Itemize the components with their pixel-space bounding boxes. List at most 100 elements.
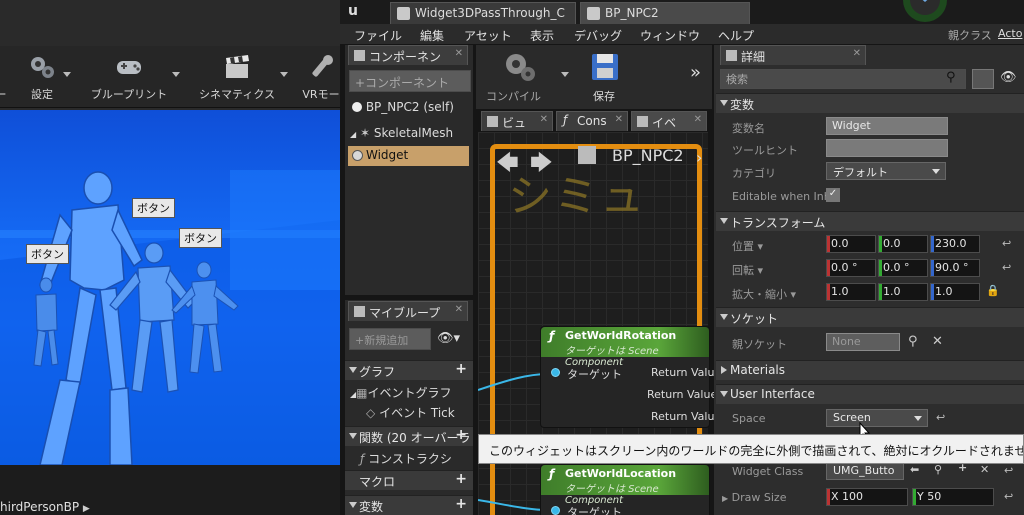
use-selected-arrow-icon[interactable]: ⬅ <box>910 463 919 476</box>
variable-name-input[interactable]: Widget <box>826 117 948 135</box>
category-dropdown[interactable]: デフォルト <box>826 162 946 180</box>
space-dropdown[interactable]: Screen <box>826 409 928 427</box>
reset-arrow-icon[interactable]: ↩ <box>1004 490 1013 503</box>
event-tick-item[interactable]: ◇ イベント Tick <box>366 404 455 421</box>
menu-file[interactable]: ファイル <box>354 27 402 44</box>
toolbar-button-partial[interactable]: ー <box>0 46 16 106</box>
get-world-rotation-node[interactable]: ƒ GetWorldRotation ターゲットは Scene Component … <box>540 326 717 428</box>
menu-debug[interactable]: デバッグ <box>574 27 622 44</box>
settings-dropdown-arrow[interactable] <box>63 72 71 77</box>
close-icon[interactable]: ✕ <box>455 304 463 315</box>
level-viewport[interactable]: ボタン ボタン ボタン <box>0 110 340 465</box>
toolbar-overflow-icon[interactable]: » <box>690 62 701 83</box>
close-icon[interactable]: ✕ <box>694 114 702 125</box>
component-item-skeletalmesh[interactable]: ◢ ✶ SkeletalMesh <box>350 126 453 140</box>
reset-arrow-icon[interactable]: ↩ <box>1004 464 1013 477</box>
location-z-input[interactable]: 230.0 <box>930 235 980 253</box>
get-world-location-node[interactable]: ƒ GetWorldLocation ターゲットは Scene Component … <box>540 464 710 515</box>
rotation-label[interactable]: 回転 ▾ <box>732 262 763 278</box>
target-pin[interactable] <box>551 506 560 515</box>
menu-edit[interactable]: 編集 <box>420 27 444 44</box>
close-icon[interactable]: ✕ <box>455 48 463 59</box>
search-icon[interactable]: ⚲ <box>908 334 918 349</box>
location-y-input[interactable]: 0.0 <box>878 235 928 253</box>
vr-mode-button[interactable]: VRモー <box>296 46 346 106</box>
outliner-item[interactable]: hirdPersonBP ▶ <box>0 500 90 514</box>
close-icon[interactable]: ✕ <box>540 114 548 125</box>
tab-bp-npc2[interactable]: BP_NPC2 <box>580 2 750 24</box>
compile-dropdown-arrow[interactable] <box>561 72 569 77</box>
target-pin[interactable] <box>551 368 560 377</box>
section-user-interface[interactable]: User Interface <box>716 384 1024 404</box>
blueprints-dropdown-arrow[interactable] <box>172 72 180 77</box>
widget-button-label[interactable]: ボタン <box>26 244 69 264</box>
menu-help[interactable]: ヘルプ <box>718 27 754 44</box>
expand-triangle-icon[interactable]: ▶ <box>722 494 728 503</box>
add-icon[interactable]: + <box>455 361 467 377</box>
details-tab[interactable]: 詳細 ✕ <box>720 45 866 65</box>
add-new-button[interactable]: +新規追加 <box>349 328 431 350</box>
compile-button[interactable]: コンパイル <box>480 48 560 106</box>
section-graphs[interactable]: グラフ + <box>345 360 473 380</box>
browse-search-icon[interactable]: ⚲ <box>934 463 942 476</box>
close-icon[interactable]: ✕ <box>853 48 861 59</box>
editable-checkbox[interactable]: ✓ <box>826 188 840 202</box>
reset-arrow-icon[interactable]: ↩ <box>936 411 945 424</box>
cinematics-dropdown-arrow[interactable] <box>280 72 288 77</box>
rotation-y-input[interactable]: 0.0 ° <box>878 259 928 277</box>
rotation-z-input[interactable]: 90.0 ° <box>930 259 980 277</box>
tab-construction-script[interactable]: ƒ Cons ✕ <box>556 111 628 131</box>
cinematics-button[interactable]: シネマティクス <box>188 46 286 106</box>
return-value-pin[interactable]: Return Value <box>647 388 717 401</box>
add-component-button[interactable]: +コンポーネント <box>349 70 471 92</box>
section-transform[interactable]: トランスフォーム <box>716 211 1024 231</box>
section-variable[interactable]: 変数 <box>716 93 1024 113</box>
lock-icon[interactable]: 🔒 <box>986 284 1000 297</box>
save-button[interactable]: 保存 <box>578 48 632 106</box>
parent-class-link[interactable]: Acto <box>998 27 1022 40</box>
reset-arrow-icon[interactable]: ↩ <box>1002 237 1011 250</box>
scale-z-input[interactable]: 1.0 <box>930 283 980 301</box>
scale-y-input[interactable]: 1.0 <box>878 283 928 301</box>
menu-view[interactable]: 表示 <box>530 27 554 44</box>
close-icon[interactable]: ✕ <box>615 114 623 125</box>
components-tab[interactable]: コンポーネン ✕ <box>348 45 468 65</box>
rotation-x-input[interactable]: 0.0 ° <box>826 259 876 277</box>
search-icon[interactable]: ⚲ <box>946 70 956 85</box>
tooltip-input[interactable] <box>826 139 948 157</box>
tab-widget3dpassthrough[interactable]: Widget3DPassThrough_C <box>390 2 576 24</box>
blueprints-button[interactable]: ブループリント <box>80 46 178 106</box>
section-macros[interactable]: マクロ + <box>345 470 473 490</box>
parent-socket-input[interactable]: None <box>826 333 900 351</box>
add-icon[interactable]: + <box>455 496 467 512</box>
tab-event-graph[interactable]: イベ ✕ <box>631 111 707 131</box>
scale-label[interactable]: 拡大・縮小 ▾ <box>732 286 796 302</box>
return-value-pin[interactable]: Return Valu <box>651 410 714 423</box>
widget-button-label[interactable]: ボタン <box>132 198 175 218</box>
reset-arrow-icon[interactable]: ↩ <box>1002 261 1011 274</box>
draw-size-x-input[interactable]: X 100 <box>826 488 908 506</box>
scale-x-input[interactable]: 1.0 <box>826 283 876 301</box>
construction-script-item[interactable]: ƒ コンストラクシ <box>360 450 452 467</box>
visibility-eye-icon[interactable]: 👁▾ <box>437 331 460 346</box>
visibility-eye-icon[interactable]: 👁 <box>1000 70 1017 85</box>
menu-window[interactable]: ウィンドウ <box>640 27 700 44</box>
section-functions[interactable]: 関数 (20 オーバーラ + <box>345 426 473 446</box>
draw-size-y-input[interactable]: Y 50 <box>912 488 994 506</box>
clear-x-icon[interactable]: ✕ <box>932 334 943 349</box>
widget-button-label[interactable]: ボタン <box>179 228 222 248</box>
return-value-pin[interactable]: Return Valu <box>651 366 714 379</box>
section-variables[interactable]: 変数 + <box>345 495 473 515</box>
property-matrix-icon[interactable] <box>972 69 994 89</box>
details-search-input[interactable]: 検索 <box>720 69 966 89</box>
clear-x-icon[interactable]: ✕ <box>980 463 989 476</box>
component-item-self[interactable]: BP_NPC2 (self) <box>352 100 454 114</box>
tab-viewport[interactable]: ビュ ✕ <box>481 111 553 131</box>
section-materials[interactable]: Materials <box>716 360 1024 380</box>
menu-asset[interactable]: アセット <box>464 27 512 44</box>
widget-class-dropdown[interactable]: UMG_Butto <box>826 462 904 480</box>
my-blueprint-tab[interactable]: マイブループ ✕ <box>348 301 468 321</box>
section-socket[interactable]: ソケット <box>716 307 1024 327</box>
add-icon[interactable]: + <box>455 427 467 443</box>
location-label[interactable]: 位置 ▾ <box>732 238 763 254</box>
